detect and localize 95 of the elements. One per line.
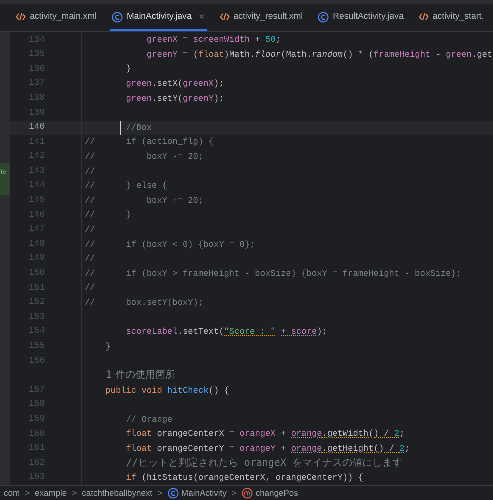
code-token: hitCheck bbox=[168, 384, 209, 398]
breadcrumb-item[interactable]: catchtheballbynext bbox=[82, 486, 153, 500]
code-token: // if (boxY < 0) {boxY = 0}; bbox=[85, 238, 256, 252]
code-token: scoreLabel bbox=[126, 326, 178, 340]
code-token: greenY bbox=[183, 92, 214, 106]
code-token: ; bbox=[276, 34, 282, 48]
separator-chevron: > bbox=[232, 486, 237, 500]
code-token: greenX bbox=[146, 34, 178, 48]
code-token: () * ( bbox=[342, 48, 374, 62]
code-token: // boxY -= 20; bbox=[85, 151, 204, 164]
code-token: // boxY += 20; bbox=[85, 194, 204, 208]
separator-chevron: > bbox=[158, 486, 163, 500]
code-token: //ヒットと判定されたら orangeX をマイナスの値にします bbox=[126, 456, 402, 471]
code-token: // bbox=[85, 166, 96, 179]
code-token: orange bbox=[291, 442, 322, 456]
code-token: float bbox=[126, 442, 154, 456]
xml-tag-icon bbox=[16, 12, 26, 22]
code-token: // bbox=[85, 282, 96, 296]
class-icon bbox=[318, 12, 330, 22]
code-token: } bbox=[126, 63, 132, 76]
code-token: // bbox=[85, 224, 96, 238]
code-token: + bbox=[281, 428, 288, 442]
code-token: float bbox=[198, 48, 224, 62]
usage-hint[interactable]: 1 件の使用箇所 bbox=[106, 368, 176, 383]
code-token: .getWidth() / bbox=[322, 428, 390, 442]
code-token: // bbox=[85, 253, 96, 266]
code-token: = bbox=[183, 34, 190, 48]
class-icon bbox=[112, 12, 123, 22]
code-token: screenWidth bbox=[193, 34, 250, 48]
code-token: ); bbox=[214, 78, 224, 92]
code-token: ; bbox=[404, 442, 410, 456]
code-token: (hitStatus(orangeCenterX, orangeCenterY)) { bbox=[142, 472, 364, 486]
code-token: // if (action_flg) { bbox=[85, 136, 214, 150]
code-token: } bbox=[106, 340, 111, 354]
code-token: float bbox=[126, 428, 154, 442]
editor-tab[interactable]: activity_result.xml bbox=[218, 5, 306, 31]
code-token: 50 bbox=[266, 34, 276, 48]
code-token: () { bbox=[208, 384, 230, 398]
code-token: orangeX bbox=[240, 428, 276, 442]
code-token: .getHeight() / bbox=[322, 442, 396, 456]
breadcrumb-item[interactable]: MainActivity bbox=[168, 486, 227, 500]
code-token: green bbox=[126, 78, 152, 92]
code-token: frameHeight bbox=[374, 48, 431, 62]
code-token: - bbox=[436, 48, 442, 62]
method-icon bbox=[242, 488, 253, 498]
code-token: floor bbox=[255, 48, 282, 62]
code-token: )Math. bbox=[224, 48, 256, 62]
code-token: ); bbox=[317, 326, 328, 340]
separator-chevron: > bbox=[72, 486, 78, 500]
code-token: green bbox=[126, 92, 152, 106]
code-token: random bbox=[312, 48, 343, 62]
code-token: 2 bbox=[400, 442, 405, 456]
code-token: greenX bbox=[183, 78, 214, 92]
code-token: public void bbox=[106, 384, 164, 398]
code-token: ; bbox=[400, 428, 405, 442]
code-token: // Orange bbox=[126, 414, 173, 427]
code-token: // if (boxY > frameHeight - boxSize) {boxY = frameHeight - boxSize}; bbox=[85, 268, 462, 281]
breadcrumb-item[interactable]: changePos bbox=[242, 486, 298, 500]
code-token: green bbox=[446, 48, 472, 62]
code-token: // box.setY(boxY); bbox=[85, 296, 204, 310]
code-token: if bbox=[126, 472, 138, 486]
close-icon[interactable]: × bbox=[198, 10, 205, 24]
code-token: = ( bbox=[183, 48, 198, 62]
code-token: orangeCenterY = bbox=[157, 442, 236, 456]
code-token: // } else { bbox=[85, 180, 168, 194]
xml-tag-icon bbox=[418, 12, 429, 22]
code-token: + bbox=[255, 34, 262, 48]
code-token: .setY( bbox=[152, 92, 184, 106]
code-token: "Score : " bbox=[224, 326, 276, 340]
editor-tab[interactable]: MainActivity.java × bbox=[110, 5, 207, 31]
code-token: orangeCenterX = bbox=[157, 428, 236, 442]
breadcrumb-item[interactable]: example bbox=[35, 486, 68, 500]
separator-chevron: > bbox=[25, 486, 30, 500]
editor-tab[interactable]: activity_start. bbox=[416, 5, 486, 31]
class-icon bbox=[168, 488, 179, 498]
code-token: .setText( bbox=[178, 326, 224, 340]
code-token: .setX( bbox=[152, 78, 184, 92]
code-token: ); bbox=[214, 92, 224, 106]
code-token: //Box bbox=[126, 122, 152, 135]
code-token: score bbox=[291, 326, 318, 340]
editor-tab[interactable]: activity_main.xml bbox=[14, 5, 99, 31]
code-token: orange bbox=[291, 428, 322, 442]
breadcrumb-item[interactable]: com bbox=[4, 486, 20, 500]
text-caret bbox=[120, 120, 121, 135]
line-number: 140 bbox=[29, 121, 46, 134]
code-token: greenY bbox=[146, 48, 178, 62]
code-token: orangeY bbox=[240, 442, 276, 456]
code-token: + bbox=[281, 326, 288, 340]
code-token: // } bbox=[85, 209, 132, 222]
code-token: + bbox=[281, 442, 288, 456]
xml-tag-icon bbox=[220, 12, 230, 22]
code-token: 2 bbox=[394, 428, 400, 442]
editor-tab[interactable]: ResultActivity.java bbox=[316, 5, 406, 31]
code-token: (Math. bbox=[281, 48, 312, 62]
code-token: .get bbox=[472, 48, 493, 62]
